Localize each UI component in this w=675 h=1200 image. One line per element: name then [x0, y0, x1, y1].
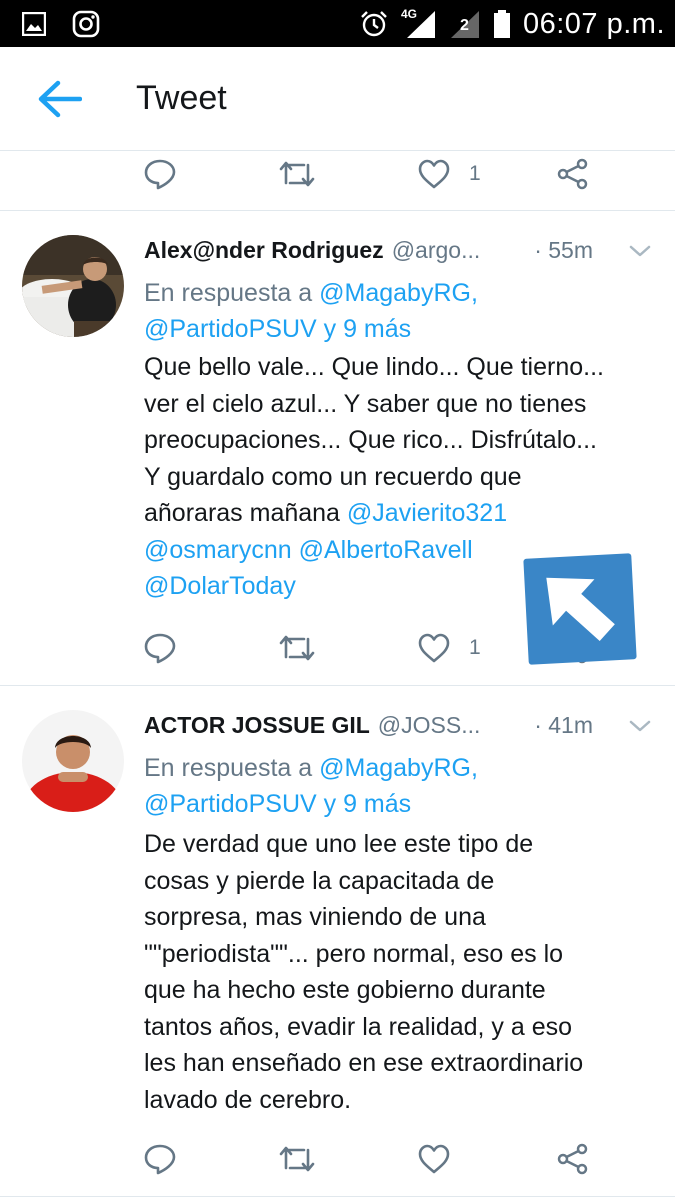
tweet-actions [0, 1134, 675, 1184]
author-handle[interactable]: @JOSS... [378, 712, 481, 739]
retweet-button[interactable] [279, 1140, 315, 1178]
retweet-icon [279, 635, 315, 661]
like-button[interactable]: 1 [417, 629, 481, 667]
tweet-text-line: tantos años, evadir la realidad, y a eso [144, 1012, 573, 1041]
reply-button[interactable] [143, 155, 177, 193]
status-bar: 4G 2 06:07 p.m. [0, 0, 675, 47]
reply-prefix: En respuesta a [144, 754, 313, 782]
share-icon [557, 1143, 588, 1175]
tweet-text: De verdad que uno lee este tipo de cosas… [144, 826, 656, 1118]
mention-link[interactable]: @MagabyRG, [319, 754, 478, 782]
heart-icon [418, 1144, 450, 1174]
reply-button[interactable] [143, 1140, 177, 1178]
tweet-header: Alex@nder Rodriguez @argo... · 55m [144, 233, 655, 267]
avatar-photo-icon [22, 235, 124, 337]
gallery-icon [22, 12, 46, 36]
arrow-left-icon [38, 80, 83, 118]
tweet-text-line: ""periodista""... pero normal, eso es lo [144, 939, 564, 968]
reply-icon [144, 633, 176, 664]
mention-link[interactable]: @DolarToday [144, 572, 296, 600]
tweet-text-line: sorpresa, mas viniendo de una [144, 903, 486, 931]
heart-icon [418, 633, 450, 663]
tweet-text-line: lavado de cerebro. [144, 1085, 352, 1114]
avatar[interactable] [22, 710, 124, 812]
share-button[interactable] [556, 1140, 590, 1178]
instagram-icon [72, 10, 100, 38]
signal-icon: 4G [401, 7, 437, 39]
more-replies-link[interactable]: 9 más [343, 315, 411, 343]
tweet-text-line: preocupaciones... Que rico... Disfrútalo… [144, 426, 597, 454]
tweet-text-line: Y guardalo como un recuerdo que [144, 462, 522, 491]
mention-link[interactable]: @AlbertoRavell [299, 536, 473, 564]
retweet-icon [279, 161, 315, 187]
clock: 06:07 p.m. [522, 7, 665, 40]
like-count: 1 [469, 636, 481, 659]
chevron-down-icon [629, 245, 651, 257]
battery-icon [493, 10, 510, 38]
tweet-text-line: que ha hecho este gobierno durante [144, 976, 546, 1004]
app-header: Tweet [0, 47, 675, 151]
retweet-icon [279, 1146, 315, 1172]
tweet-text-line: ver el cielo azul... Y saber que no tien… [144, 389, 587, 418]
reply-context: En respuesta a @MagabyRG, @PartidoPSUV y… [144, 275, 478, 347]
mention-link[interactable]: @PartidoPSUV [144, 315, 317, 343]
retweet-button[interactable] [279, 629, 315, 667]
mention-link[interactable]: @PartidoPSUV [144, 790, 317, 818]
like-count: 1 [469, 162, 481, 185]
share-button[interactable] [556, 155, 590, 193]
divider [0, 1196, 675, 1197]
like-button[interactable] [417, 1140, 469, 1178]
reply-context: En respuesta a @MagabyRG, @PartidoPSUV y… [144, 750, 478, 822]
author-handle[interactable]: @argo... [392, 237, 481, 264]
tweet-text-line: cosas y pierde la capacitada de [144, 866, 495, 895]
tweet-text-line: De verdad que uno lee este tipo de [144, 830, 534, 858]
arrow-up-left-icon [546, 577, 615, 642]
heart-icon [418, 159, 450, 189]
tweet-text-line: añoraras mañana [144, 499, 340, 527]
tweet-menu-button[interactable] [625, 239, 655, 263]
like-button[interactable]: 1 [417, 155, 481, 193]
previous-tweet-actions: 1 [0, 149, 675, 199]
more-replies-link[interactable]: 9 más [343, 790, 411, 818]
page-title: Tweet [136, 79, 227, 117]
tweet-time: · 55m [534, 237, 593, 263]
author-name[interactable]: ACTOR JOSSUE GIL [144, 712, 370, 739]
sim-signal-icon: 2 [449, 9, 481, 39]
reply-prefix: En respuesta a [144, 279, 313, 307]
tweet-text-line: Que bello vale... Que lindo... Que tiern… [144, 353, 604, 381]
reply-icon [144, 1144, 176, 1175]
mention-link[interactable]: @Javierito321 [347, 499, 507, 527]
tweet-header: ACTOR JOSSUE GIL @JOSS... · 41m [144, 708, 655, 742]
tweet-menu-button[interactable] [625, 714, 655, 738]
reply-and: y [323, 315, 337, 343]
author-name[interactable]: Alex@nder Rodriguez [144, 237, 384, 264]
back-button[interactable] [36, 79, 83, 119]
reply-and: y [323, 790, 337, 818]
reply-button[interactable] [143, 629, 177, 667]
mention-link[interactable]: @MagabyRG, [319, 279, 478, 307]
avatar-photo-icon [22, 710, 124, 812]
overlay-arrow-sticker [523, 553, 637, 665]
tweet-item[interactable]: ACTOR JOSSUE GIL @JOSS... · 41m En respu… [0, 686, 675, 1196]
reply-icon [144, 159, 176, 190]
mention-link[interactable]: @osmarycnn [144, 536, 292, 564]
chevron-down-icon [629, 720, 651, 732]
alarm-icon [361, 11, 387, 37]
retweet-button[interactable] [279, 155, 315, 193]
share-icon [557, 158, 588, 190]
tweet-text-line: les han enseñado en ese extraordinario [144, 1049, 584, 1077]
avatar[interactable] [22, 235, 124, 337]
tweet-time: · 41m [534, 712, 593, 738]
sim-slot: 2 [459, 17, 469, 34]
